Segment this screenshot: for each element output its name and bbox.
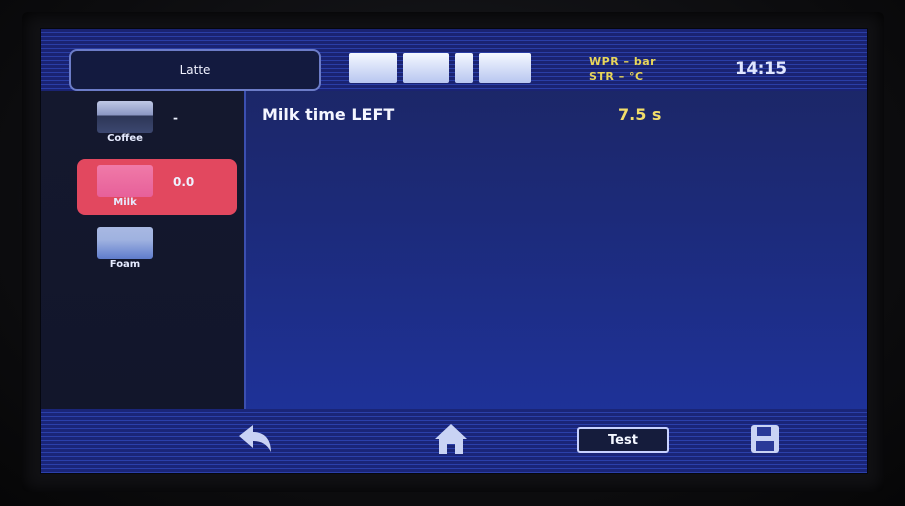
sidebar: Coffee - Milk 0.0 Foam [41,91,246,409]
clock: 14:15 [735,59,787,79]
parameter-value[interactable]: 7.5 s [618,105,661,124]
back-button[interactable] [231,419,279,459]
floppy-disk-icon [751,425,779,453]
main-panel: Milk time LEFT 7.5 s [246,91,867,409]
logo-letter-block [455,53,473,83]
save-button[interactable] [741,419,789,459]
logo-letter-block [349,53,397,83]
logo-letter-block [479,53,531,83]
home-button[interactable] [427,419,475,459]
header-bar: Latte WPR – bar STR – °C 14:15 [41,29,867,91]
test-button[interactable]: Test [577,427,669,453]
sidebar-item-label: Coffee [107,133,143,144]
sidebar-item-label: Foam [109,259,141,270]
coffee-machine-device: Latte WPR – bar STR – °C 14:15 Coffee - … [0,0,905,506]
sidebar-item-value: - [173,111,178,125]
sidebar-item-milk[interactable]: Milk 0.0 [77,159,237,215]
sidebar-item-value: 0.0 [173,175,195,189]
recipe-name: Latte [179,63,211,77]
milk-icon [97,165,153,197]
logo-letter-block [403,53,449,83]
status-wpr: WPR – bar [589,55,657,68]
foam-icon [97,227,153,259]
coffee-icon [97,101,153,133]
sidebar-item-label: Milk [113,197,137,208]
footer-bar: Test [41,409,867,473]
sidebar-item-coffee[interactable]: Coffee - [77,95,237,151]
status-str: STR – °C [589,70,644,83]
home-icon [435,424,467,454]
back-arrow-icon [239,425,271,452]
touchscreen: Latte WPR – bar STR – °C 14:15 Coffee - … [40,28,868,474]
parameter-label: Milk time LEFT [262,105,395,124]
sidebar-item-foam[interactable]: Foam [77,221,237,277]
recipe-name-box[interactable]: Latte [69,49,321,91]
unic-logo [349,53,559,83]
